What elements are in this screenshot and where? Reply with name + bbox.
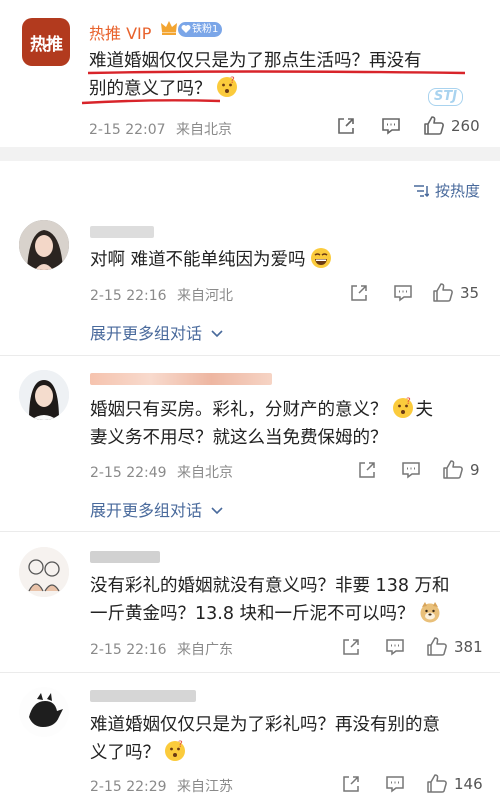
comment-like-count: 146 <box>454 775 483 793</box>
comment-actions: 9 <box>356 459 480 481</box>
blurred-username <box>90 690 196 702</box>
badge-heart-icon <box>181 24 191 34</box>
comment-icon[interactable] <box>380 115 402 137</box>
like-icon[interactable] <box>442 459 464 481</box>
comment-icon[interactable] <box>384 636 406 658</box>
expand-replies-link[interactable]: 展开更多组对话 <box>90 497 224 521</box>
comment-icon[interactable] <box>400 459 422 481</box>
fan-badge: 铁粉1 <box>178 22 223 37</box>
doge-emoji-icon <box>419 601 441 623</box>
blurred-username <box>90 226 154 238</box>
chevron-down-icon <box>210 324 224 338</box>
thinking-emoji-icon: ? <box>392 397 414 419</box>
comment-avatar[interactable] <box>19 547 69 597</box>
comment-actions: 146 <box>340 773 483 795</box>
comment-avatar[interactable] <box>19 220 69 270</box>
comment-like-count: 35 <box>460 284 480 302</box>
comment-separator <box>0 672 500 673</box>
comment-icon[interactable] <box>384 773 406 795</box>
share-icon[interactable] <box>348 282 370 304</box>
sort-button[interactable]: 按热度 <box>413 180 480 201</box>
comment-text: 没有彩礼的婚姻就没有意义吗？非要 138 万和 一斤黄金吗？13.8 块和一斤泥… <box>90 576 450 624</box>
like-icon[interactable] <box>426 773 448 795</box>
comment-meta: 2-15 22:49 来自北京 <box>90 465 234 481</box>
comment-meta: 2-15 22:16 来自河北 <box>90 288 234 304</box>
svg-text:?: ? <box>178 740 183 750</box>
comment-like-count: 381 <box>454 638 483 656</box>
blurred-username <box>90 551 160 563</box>
like-icon[interactable] <box>432 282 454 304</box>
share-icon[interactable] <box>356 459 378 481</box>
post-actions: 260 <box>335 115 480 137</box>
vip-crown-icon <box>160 20 178 36</box>
comment-avatar[interactable] <box>19 687 69 737</box>
like-icon[interactable] <box>426 636 448 658</box>
post-meta: 2-15 22:07 来自北京 <box>89 122 233 138</box>
post-avatar[interactable]: 热推 <box>22 18 70 66</box>
comment-like-count: 9 <box>470 461 480 479</box>
comment-meta: 2-15 22:16 来自广东 <box>90 642 234 658</box>
comment-actions: 35 <box>348 282 479 304</box>
thinking-emoji-icon: ? <box>164 740 186 762</box>
comment-text: 婚姻只有买房。彩礼，分财产的意义？? 夫 妻义务不用尽？就这么当免费保姆的？ <box>90 397 433 448</box>
sort-icon <box>413 184 430 198</box>
share-icon[interactable] <box>340 773 362 795</box>
comment-avatar[interactable] <box>19 370 69 420</box>
comment-separator <box>0 355 500 356</box>
chevron-down-icon <box>210 501 224 515</box>
comment-icon[interactable] <box>392 282 414 304</box>
comment-meta: 2-15 22:29 来自江苏 <box>90 779 234 795</box>
blurred-username <box>90 373 272 385</box>
post-author-name[interactable]: 热推 VIP <box>89 20 151 44</box>
comment-text: 对啊 难道不能单纯因为爱吗 <box>90 246 332 274</box>
share-icon[interactable] <box>335 115 357 137</box>
section-divider <box>0 147 500 161</box>
share-icon[interactable] <box>340 636 362 658</box>
like-icon[interactable] <box>423 115 445 137</box>
watermark: STJ <box>428 88 464 106</box>
comment-actions: 381 <box>340 636 483 658</box>
expand-replies-link[interactable]: 展开更多组对话 <box>90 320 224 344</box>
comment-separator <box>0 531 500 532</box>
comment-text: 难道婚姻仅仅只是为了彩礼吗？再没有别的意 义了吗？? <box>90 715 440 763</box>
post-like-count: 260 <box>451 117 480 135</box>
grin-emoji-icon <box>310 247 332 269</box>
svg-text:?: ? <box>406 397 411 407</box>
logo-text: 热推 <box>30 34 63 55</box>
